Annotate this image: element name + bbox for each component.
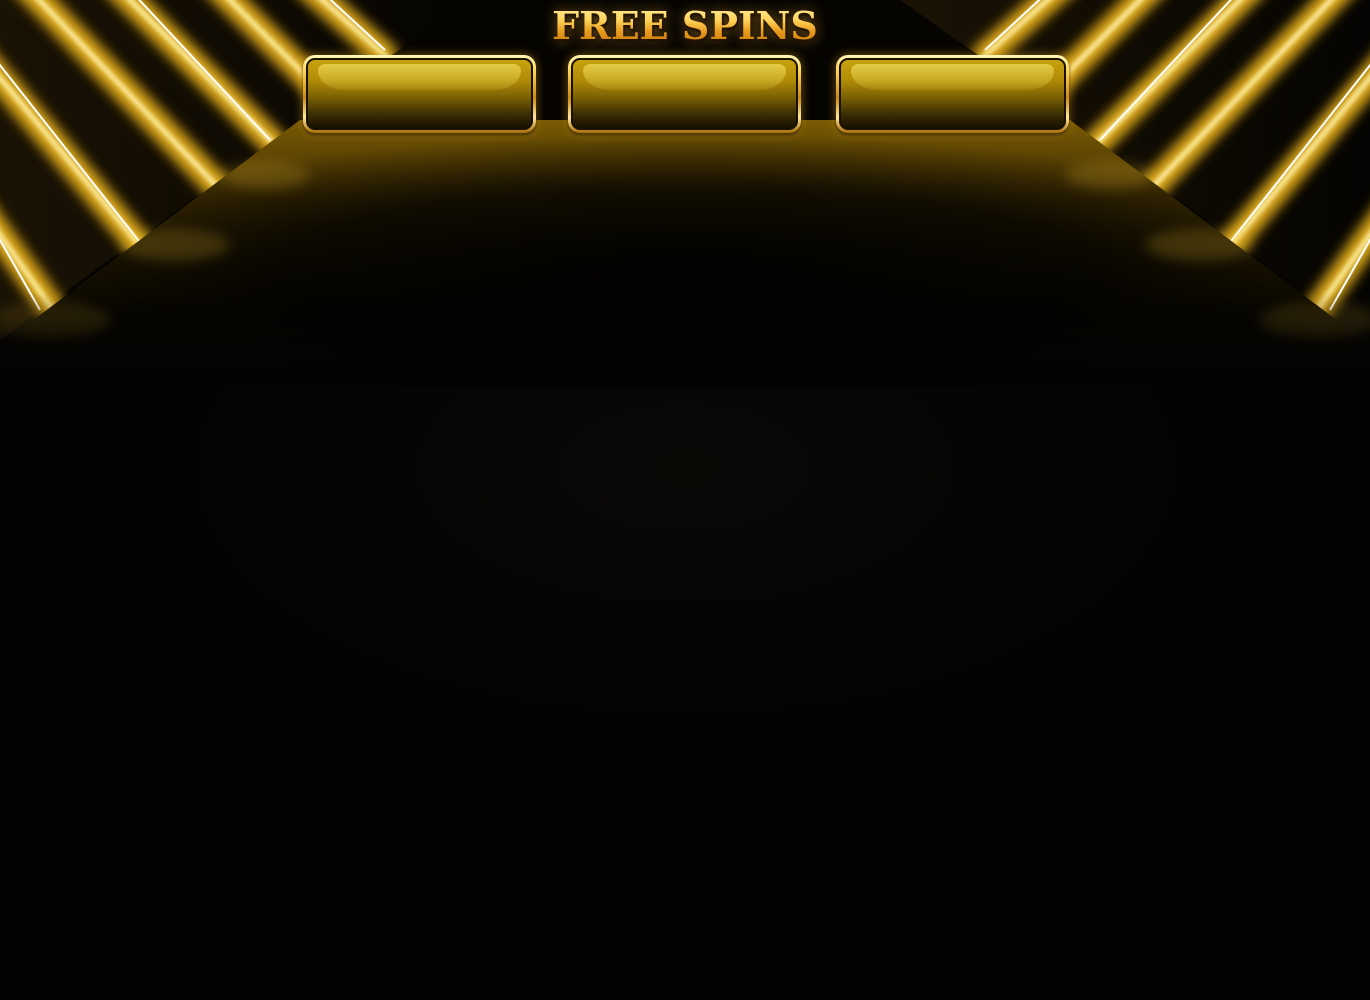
free-spins-slot-3[interactable] [836,55,1069,133]
free-spins-slot-2[interactable] [568,55,801,133]
slot-3-value [841,60,1064,128]
reels-area [0,388,1370,1000]
game-stage: FREE SPINS [0,0,1370,1000]
slot-1-panel [306,58,533,130]
slot-1-value [308,60,531,128]
free-spins-slot-1[interactable] [303,55,536,133]
slot-2-value [573,60,796,128]
slot-3-panel [839,58,1066,130]
free-spins-title: FREE SPINS [485,2,885,50]
slot-2-panel [571,58,798,130]
